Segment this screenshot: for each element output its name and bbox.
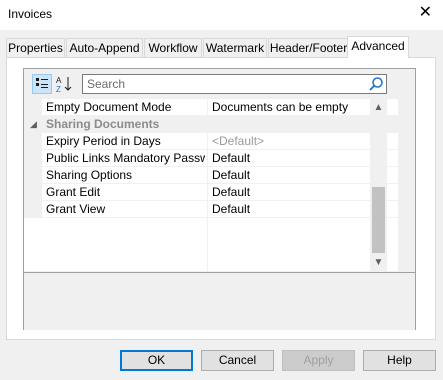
tab-header-footer[interactable]: Header/Footer <box>268 38 349 57</box>
property-row[interactable]: Grant Edit Default <box>24 184 398 201</box>
property-value[interactable]: Documents can be empty <box>207 99 392 116</box>
property-row[interactable]: Public Links Mandatory Passw... Default <box>24 150 398 167</box>
category-name: Sharing Documents <box>46 117 160 131</box>
property-grid: A Z Search Empty Document Mode Documents… <box>23 68 416 330</box>
categorized-icon <box>36 78 48 88</box>
svg-text:Z: Z <box>56 85 61 94</box>
scroll-down-icon[interactable]: ▼ <box>370 254 387 271</box>
property-name: Expiry Period in Days <box>46 134 161 148</box>
tab-advanced[interactable]: Advanced <box>347 36 409 58</box>
svg-text:A: A <box>56 76 62 85</box>
search-input[interactable]: Search <box>87 77 125 91</box>
search-icon[interactable] <box>368 76 384 92</box>
property-rows: Empty Document Mode Documents can be emp… <box>24 99 398 271</box>
description-pane <box>24 272 415 330</box>
cancel-button[interactable]: Cancel <box>201 350 274 371</box>
categorized-view-button[interactable] <box>32 74 52 94</box>
ok-button[interactable]: OK <box>120 350 193 371</box>
property-row[interactable]: Expiry Period in Days <Default> <box>24 133 398 150</box>
vertical-scrollbar[interactable]: ▲ ▼ <box>370 99 387 271</box>
alphabetical-sort-button[interactable]: A Z <box>54 74 74 94</box>
property-value[interactable]: <Default> <box>207 133 392 150</box>
title-bar: Invoices ✕ <box>0 0 443 30</box>
property-value[interactable]: Default <box>207 201 392 218</box>
property-row[interactable]: Empty Document Mode Documents can be emp… <box>24 99 398 116</box>
sort-az-icon: A Z <box>56 76 72 94</box>
property-row[interactable]: Sharing Options Default <box>24 167 398 184</box>
property-row[interactable]: Grant View Default <box>24 201 398 218</box>
window-title: Invoices <box>8 7 53 21</box>
property-name: Empty Document Mode <box>46 100 172 114</box>
help-button[interactable]: Help <box>363 350 436 371</box>
tab-properties[interactable]: Properties <box>6 38 65 57</box>
scroll-up-icon[interactable]: ▲ <box>370 99 387 116</box>
tab-watermark[interactable]: Watermark <box>203 38 267 57</box>
property-value[interactable]: Default <box>207 167 392 184</box>
apply-button[interactable]: Apply <box>282 350 355 371</box>
property-value[interactable]: Default <box>207 184 392 201</box>
scroll-thumb[interactable] <box>372 187 385 253</box>
tab-auto-append[interactable]: Auto-Append <box>66 38 143 57</box>
tab-workflow[interactable]: Workflow <box>144 38 202 57</box>
search-field[interactable]: Search <box>82 74 387 94</box>
property-name: Grant Edit <box>46 185 101 199</box>
property-name: Public Links Mandatory Passw... <box>46 151 205 165</box>
property-name: Sharing Options <box>46 168 133 182</box>
category-row[interactable]: ◢ Sharing Documents <box>24 116 398 133</box>
close-icon[interactable]: ✕ <box>419 4 432 22</box>
property-value[interactable]: Default <box>207 150 392 167</box>
column-divider <box>207 218 208 271</box>
collapse-icon[interactable]: ◢ <box>30 119 37 130</box>
property-name: Grant View <box>46 202 106 216</box>
